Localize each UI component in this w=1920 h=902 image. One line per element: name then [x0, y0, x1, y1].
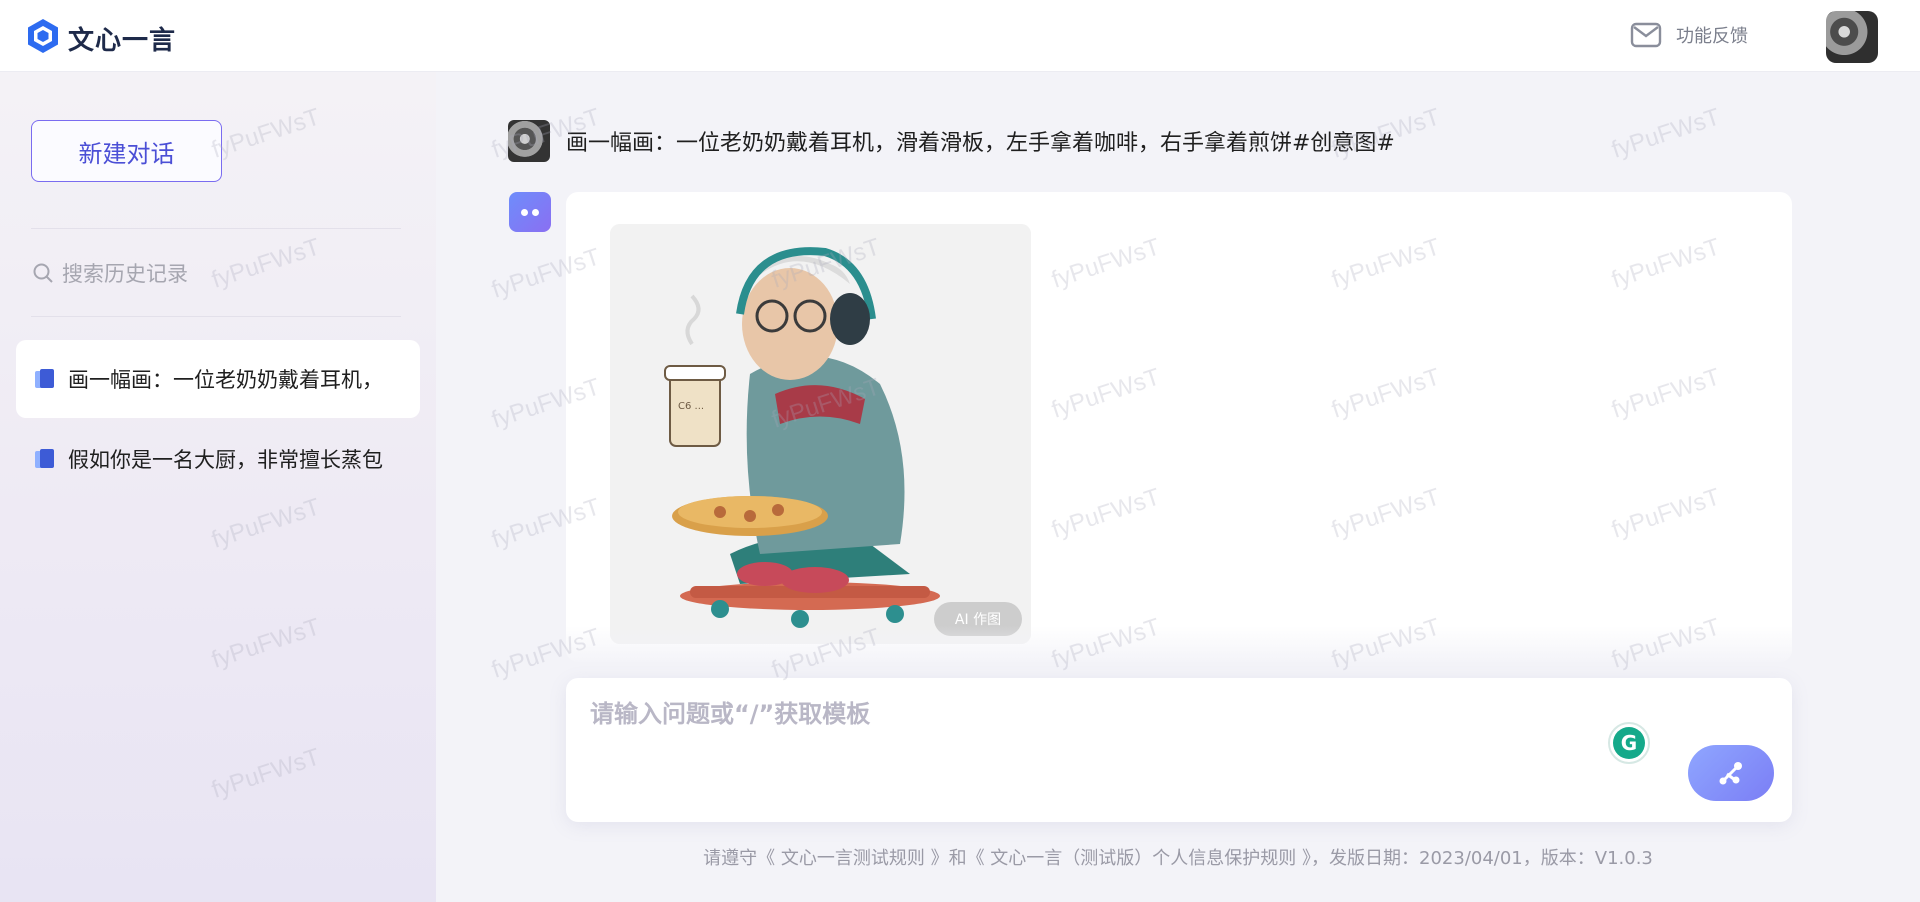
send-icon: [1719, 762, 1742, 785]
history-item[interactable]: 假如你是一名大厨，非常擅长蒸包: [16, 420, 420, 498]
history-item-label: 画一幅画：一位老奶奶戴着耳机，: [68, 368, 383, 392]
send-button[interactable]: [1688, 745, 1774, 801]
history-item-label: 假如你是一名大厨，非常擅长蒸包: [68, 448, 383, 472]
footer-text[interactable]: 请遵守《 文心一言测试规则 》和《 文心一言（测试版）个人信息保护规则 》，发版…: [703, 848, 1653, 869]
feedback-button[interactable]: 功能反馈: [1630, 22, 1748, 48]
user-avatar[interactable]: [1826, 11, 1878, 63]
search-placeholder[interactable]: 搜索历史记录: [62, 258, 188, 288]
answer-fade-overlay: [566, 626, 1792, 666]
history-search[interactable]: 搜索历史记录: [32, 258, 188, 288]
grandma-skateboard-illustration: C6 ...: [610, 224, 1031, 644]
history-item[interactable]: 画一幅画：一位老奶奶戴着耳机，: [16, 340, 420, 418]
chat-doc-icon: [35, 369, 54, 388]
generated-image[interactable]: C6 ...: [610, 224, 1031, 644]
footer-disclaimer: 请遵守《 文心一言测试规则 》和《 文心一言（测试版）个人信息保护规则 》，发版…: [0, 844, 1920, 870]
bot-avatar-icon: [509, 192, 551, 232]
grammarly-g-icon: G: [1613, 727, 1645, 759]
new-chat-button[interactable]: 新建对话: [31, 120, 222, 182]
feedback-label: 功能反馈: [1676, 26, 1748, 47]
sidebar: 新建对话 搜索历史记录 画一幅画：一位老奶奶戴着耳机， 假如你是一名大厨，非常擅…: [0, 72, 436, 902]
top-header: 文心一言 功能反馈: [0, 0, 1920, 72]
user-message-text: 画一幅画：一位老奶奶戴着耳机，滑着滑板，左手拿着咖啡，右手拿着煎饼#创意图#: [566, 131, 1395, 156]
search-icon: [33, 263, 53, 283]
chat-input-box[interactable]: [566, 678, 1792, 822]
brand-name[interactable]: 文心一言: [68, 20, 176, 57]
grammarly-icon[interactable]: G: [1608, 722, 1650, 764]
sidebar-divider: [31, 228, 401, 229]
cup-label-text: C6 ...: [678, 401, 704, 412]
user-message-avatar: [508, 120, 550, 162]
user-message-row: 画一幅画：一位老奶奶戴着耳机，滑着滑板，左手拿着咖啡，右手拿着煎饼#创意图#: [508, 120, 1395, 162]
chat-doc-icon: [35, 449, 54, 468]
chat-input[interactable]: [590, 700, 1590, 728]
mail-icon: [1630, 22, 1662, 48]
wenxin-logo-icon[interactable]: [26, 18, 60, 54]
sidebar-divider: [31, 316, 401, 317]
